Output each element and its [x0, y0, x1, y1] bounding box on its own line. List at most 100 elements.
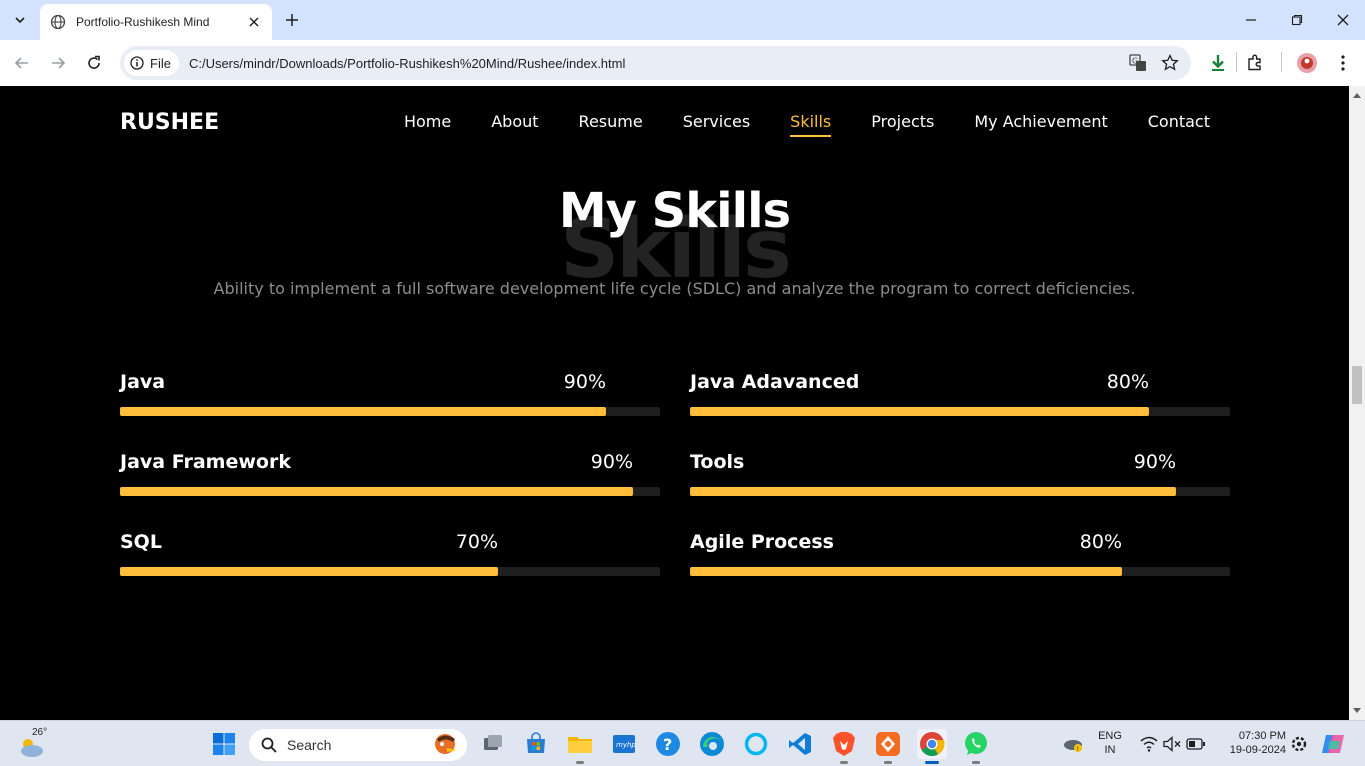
translate-icon[interactable]: G	[1127, 52, 1149, 74]
close-window-button[interactable]	[1328, 8, 1358, 32]
browser-toolbar: File C:/Users/mindr/Downloads/Portfolio-…	[0, 40, 1365, 86]
forward-button[interactable]	[46, 51, 70, 75]
close-icon	[1337, 14, 1349, 26]
skill-progress-track	[690, 567, 1230, 576]
skill-name: Java	[120, 371, 166, 393]
back-button[interactable]	[10, 51, 34, 75]
skill-percent: 80%	[1079, 531, 1122, 553]
nav-contact[interactable]: Contact	[1148, 112, 1210, 137]
svg-text:G: G	[1132, 57, 1138, 66]
scroll-up-icon[interactable]	[1352, 90, 1362, 100]
restore-button[interactable]	[1282, 8, 1312, 32]
brave-icon[interactable]	[829, 729, 859, 764]
edge-icon[interactable]	[697, 729, 727, 759]
myhp-icon[interactable]: myhp	[609, 729, 639, 759]
browser-tab-bar: Portfolio-Rushikesh Mind	[0, 0, 1365, 40]
vscode-icon[interactable]	[785, 729, 815, 759]
running-indicator	[840, 761, 848, 764]
download-icon[interactable]	[1206, 51, 1230, 75]
search-placeholder: Search	[287, 737, 332, 753]
new-tab-button[interactable]	[282, 10, 302, 30]
site-info-chip[interactable]: File	[124, 50, 179, 76]
nav-home[interactable]: Home	[404, 112, 451, 137]
skill-progress-track	[690, 407, 1230, 416]
language-indicator[interactable]: ENG IN	[1092, 730, 1128, 756]
toolbar-separator	[1281, 52, 1282, 72]
site-info-label: File	[150, 55, 171, 71]
section-heading: My Skills	[558, 183, 791, 239]
skill-item: Java 90%	[120, 371, 660, 421]
windows-start-icon[interactable]	[209, 729, 239, 759]
notification-settings-icon[interactable]	[1284, 729, 1314, 759]
skill-item: Tools 90%	[690, 451, 1230, 501]
site-navigation: Home About Resume Services Skills Projects My …	[404, 112, 1210, 137]
skill-progress-fill	[120, 487, 633, 496]
skill-name: SQL	[120, 531, 162, 553]
chevron-down-icon	[15, 17, 25, 24]
menu-kebab-icon[interactable]	[1331, 51, 1355, 75]
battery-icon[interactable]	[1181, 729, 1211, 759]
clock[interactable]: 07:30 PM 19-09-2024	[1214, 730, 1286, 756]
skill-progress-track	[120, 407, 660, 416]
skill-percent: 90%	[590, 451, 633, 473]
tab-title: Portfolio-Rushikesh Mind	[76, 15, 210, 29]
onedrive-icon[interactable]: !	[1058, 729, 1088, 759]
browser-tab[interactable]: Portfolio-Rushikesh Mind	[40, 4, 272, 40]
site-logo[interactable]: RUSHEE	[120, 110, 219, 135]
svg-text:!: !	[1077, 746, 1079, 753]
reload-button[interactable]	[82, 51, 106, 75]
app-icon[interactable]	[873, 729, 903, 764]
plus-icon	[286, 14, 298, 26]
scrollbar-thumb[interactable]	[1352, 366, 1362, 404]
page-scrollbar[interactable]	[1349, 86, 1365, 720]
nav-my-achievement[interactable]: My Achievement	[974, 112, 1107, 137]
skill-item: Agile Process 80%	[690, 531, 1230, 581]
skill-percent: 90%	[563, 371, 606, 393]
svg-text:myhp: myhp	[616, 741, 636, 749]
skill-progress-track	[120, 487, 660, 496]
running-indicator	[972, 761, 980, 764]
nav-resume[interactable]: Resume	[579, 112, 643, 137]
skill-progress-fill	[690, 487, 1176, 496]
close-tab-icon[interactable]	[246, 14, 262, 30]
nav-projects[interactable]: Projects	[871, 112, 934, 137]
skill-progress-track	[120, 567, 660, 576]
task-view-icon[interactable]	[478, 729, 508, 759]
cortana-icon[interactable]	[741, 729, 771, 759]
bing-mascot-icon	[435, 734, 457, 754]
skill-progress-fill	[690, 407, 1149, 416]
weather-temperature: 26°	[32, 727, 48, 738]
bookmark-star-icon[interactable]	[1159, 52, 1181, 74]
profile-avatar-icon[interactable]	[1295, 51, 1319, 75]
skill-progress-track	[690, 487, 1230, 496]
extensions-puzzle-icon[interactable]	[1243, 51, 1267, 75]
minimize-button[interactable]	[1236, 8, 1266, 32]
scroll-down-icon[interactable]	[1352, 706, 1362, 716]
url-text[interactable]: C:/Users/mindr/Downloads/Portfolio-Rushi…	[189, 56, 1127, 71]
language-code: ENG	[1098, 730, 1122, 742]
nav-services[interactable]: Services	[683, 112, 750, 137]
help-icon[interactable]: ?	[653, 729, 683, 759]
nav-about[interactable]: About	[491, 112, 538, 137]
copilot-icon[interactable]	[1318, 729, 1348, 759]
svg-text:?: ?	[663, 735, 672, 754]
arrow-left-icon	[14, 57, 28, 69]
file-explorer-icon[interactable]	[565, 729, 595, 764]
whatsapp-icon[interactable]	[961, 729, 991, 764]
microsoft-store-icon[interactable]	[521, 729, 551, 759]
nav-skills[interactable]: Skills	[790, 112, 832, 137]
arrow-right-icon	[52, 57, 66, 69]
tab-search-button[interactable]	[8, 8, 32, 32]
reload-icon	[88, 55, 100, 69]
skill-progress-fill	[690, 567, 1122, 576]
chrome-icon[interactable]	[917, 729, 947, 764]
taskbar-search[interactable]: Search	[249, 729, 467, 761]
skills-heading-block: Skills My Skills	[0, 176, 1349, 297]
weather-widget[interactable]: 26°	[18, 727, 48, 759]
skill-name: Java Adavanced	[690, 371, 860, 393]
skill-percent: 90%	[1133, 451, 1176, 473]
skill-item: Java Adavanced 80%	[690, 371, 1230, 421]
restore-icon	[1291, 14, 1303, 26]
running-indicator	[576, 761, 584, 764]
address-bar[interactable]: File C:/Users/mindr/Downloads/Portfolio-…	[120, 46, 1191, 80]
